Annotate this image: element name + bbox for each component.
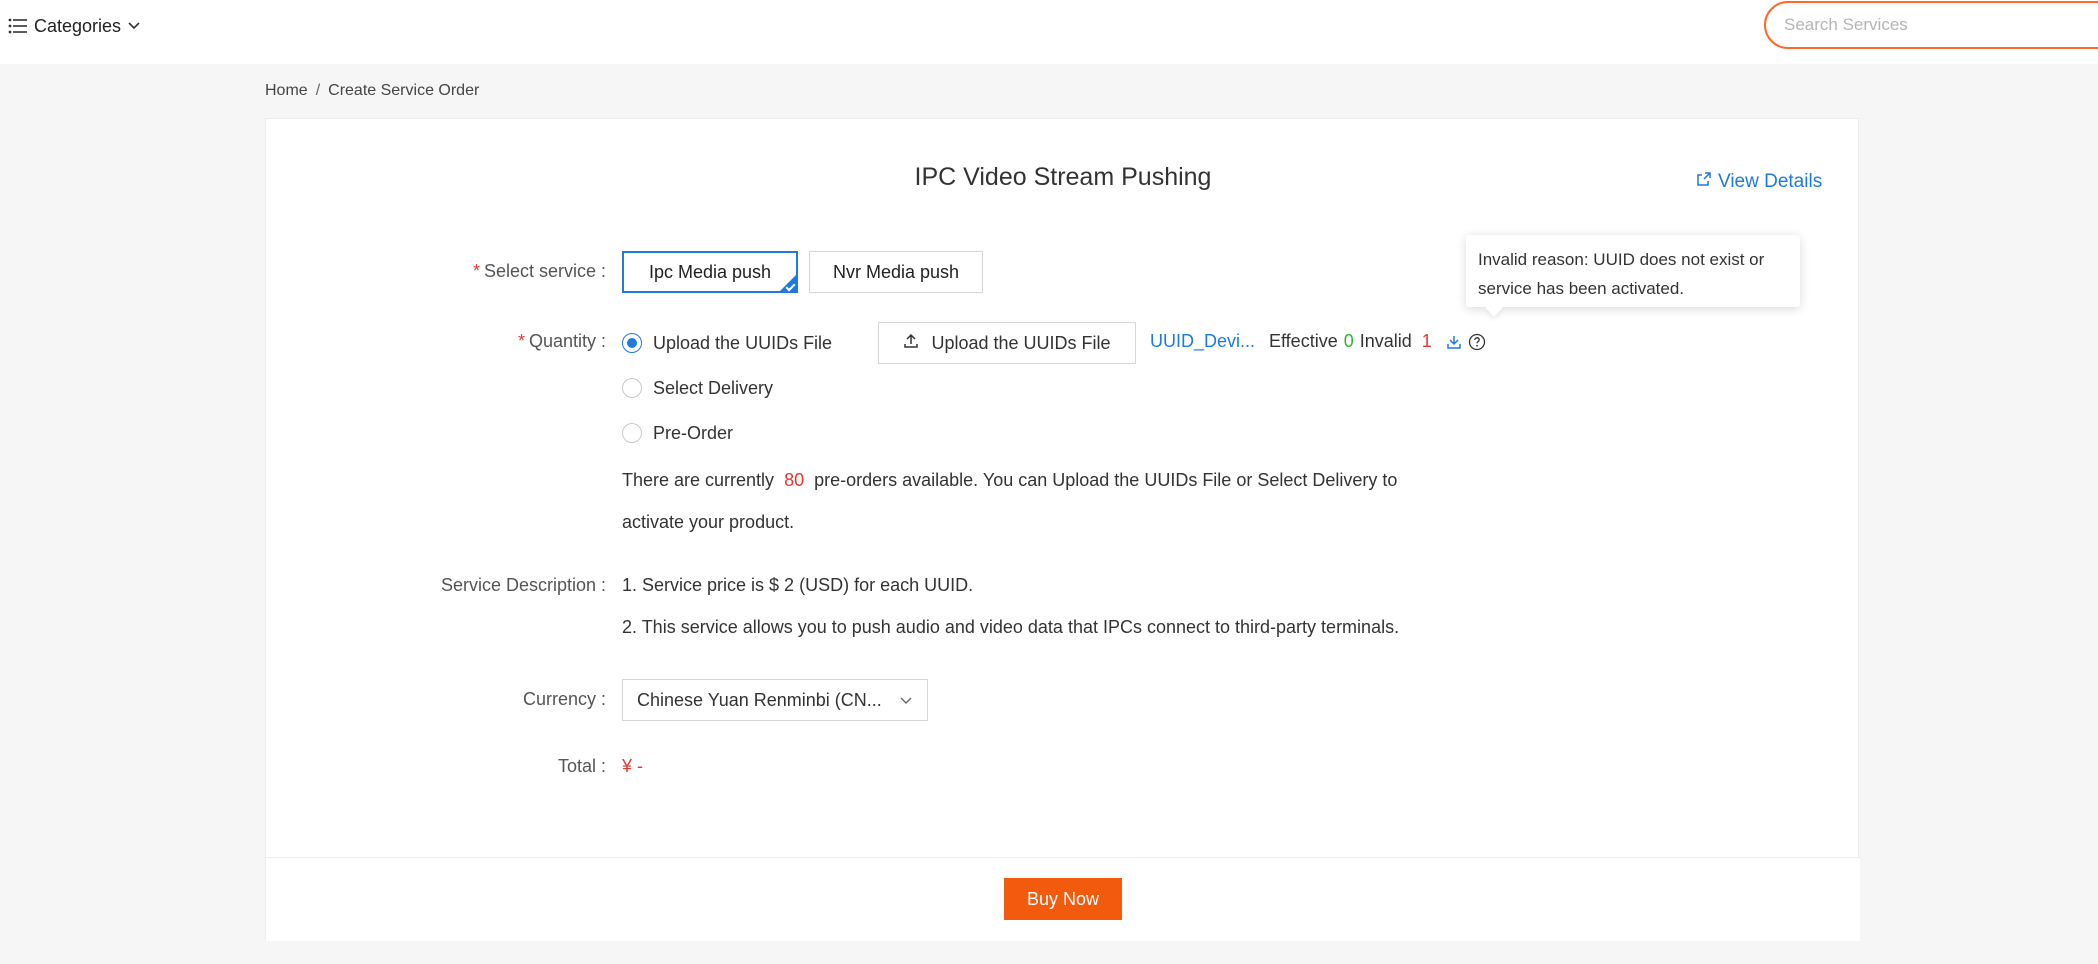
view-details-label: View Details (1718, 171, 1823, 192)
help-icon[interactable] (1468, 333, 1486, 351)
radio-checked-icon (622, 333, 642, 353)
preorder-count: 80 (784, 470, 805, 490)
currency-value: Chinese Yuan Renminbi (CN... (637, 689, 882, 710)
radio-unchecked-icon (622, 423, 642, 443)
uploaded-file-link[interactable]: UUID_Devi... (1150, 331, 1255, 352)
total-value: ¥ - (622, 756, 644, 776)
buy-now-button[interactable]: Buy Now (1004, 878, 1122, 920)
menu-icon (8, 18, 28, 34)
invalid-label: Invalid (1359, 331, 1412, 351)
service-option-nvr[interactable]: Nvr Media push (809, 251, 983, 293)
invalid-reason-tooltip: Invalid reason: UUID does not exist or s… (1466, 235, 1800, 307)
search-input[interactable] (1784, 3, 2098, 47)
preorder-info-prefix: There are currently (622, 470, 775, 490)
top-header: Categories (0, 0, 2098, 64)
breadcrumb-current: Create Service Order (328, 82, 480, 99)
service-option-label: Ipc Media push (648, 261, 772, 282)
effective-label: Effective (1269, 331, 1338, 351)
select-service-label: * Select service : (472, 261, 606, 281)
required-mark: * (472, 261, 480, 281)
upload-uuids-button[interactable]: Upload the UUIDs File (878, 322, 1136, 364)
total-label: Total : (557, 756, 606, 776)
required-mark: * (517, 331, 525, 351)
card-footer: Buy Now (266, 857, 1860, 941)
preorder-info: There are currently 80 pre-orders availabl… (622, 459, 1462, 543)
upload-button-label: Upload the UUIDs File (931, 332, 1111, 353)
currency-label: Currency : (522, 689, 606, 709)
categories-label: Categories (34, 15, 122, 36)
page-title: IPC Video Stream Pushing (914, 163, 1212, 191)
upload-icon (903, 333, 919, 354)
radio-upload-uuids[interactable]: Upload the UUIDs File (622, 330, 832, 356)
search-box (1764, 1, 2098, 49)
breadcrumb: Home / Create Service Order (265, 80, 479, 102)
quantity-label: * Quantity : (517, 331, 606, 351)
external-link-icon (1696, 171, 1712, 193)
breadcrumb-home-link[interactable]: Home (265, 82, 308, 100)
radio-pre-order[interactable]: Pre-Order (622, 420, 733, 446)
upload-result: Effective 0 Invalid 1 (1269, 331, 1486, 352)
view-details-link[interactable]: View Details (1696, 169, 1822, 195)
service-description-line: 2. This service allows you to push audio… (622, 617, 1400, 637)
radio-label: Select Delivery (653, 377, 774, 398)
invalid-count: 1 (1421, 331, 1432, 351)
service-description-line: 1. Service price is $ 2 (USD) for each U… (622, 575, 974, 595)
service-option-ipc[interactable]: Ipc Media push (622, 251, 798, 293)
breadcrumb-separator: / (315, 82, 321, 99)
categories-menu[interactable]: Categories (8, 14, 141, 38)
service-option-label: Nvr Media push (832, 261, 960, 282)
chevron-down-icon (899, 690, 913, 711)
order-card: IPC Video Stream Pushing View Details * S… (265, 118, 1860, 941)
radio-label: Upload the UUIDs File (653, 332, 833, 353)
effective-count: 0 (1343, 331, 1354, 351)
currency-select[interactable]: Chinese Yuan Renminbi (CN... (622, 679, 928, 721)
service-description-label: Service Description : (440, 575, 606, 595)
chevron-down-icon (127, 21, 141, 31)
radio-select-delivery[interactable]: Select Delivery (622, 375, 773, 401)
radio-unchecked-icon (622, 378, 642, 398)
download-icon[interactable] (1446, 334, 1462, 350)
radio-label: Pre-Order (653, 422, 734, 443)
